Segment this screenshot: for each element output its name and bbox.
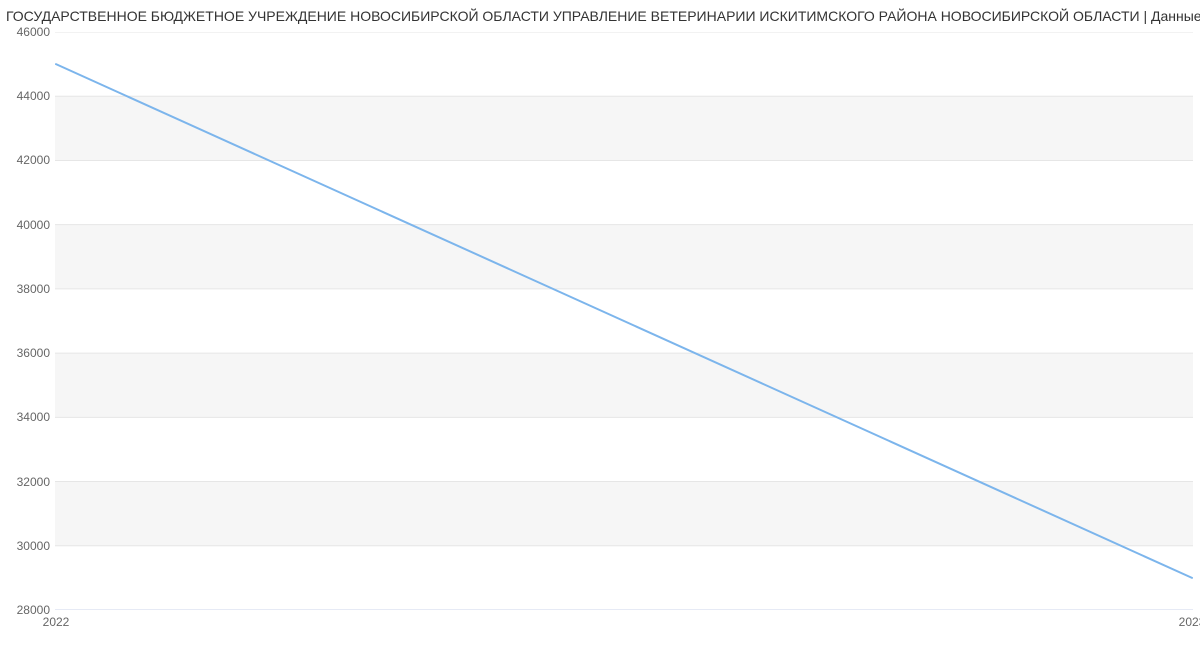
y-tick-label: 46000 <box>6 25 50 39</box>
x-tick-label: 2022 <box>43 615 70 629</box>
y-tick-label: 38000 <box>6 282 50 296</box>
y-tick-label: 36000 <box>6 346 50 360</box>
y-tick-label: 42000 <box>6 153 50 167</box>
y-tick-label: 44000 <box>6 89 50 103</box>
chart-svg <box>55 32 1193 610</box>
chart-title: ГОСУДАРСТВЕННОЕ БЮДЖЕТНОЕ УЧРЕЖДЕНИЕ НОВ… <box>0 8 1200 24</box>
grid-band <box>55 96 1193 160</box>
chart-plot-area <box>55 32 1193 610</box>
y-tick-label: 34000 <box>6 410 50 424</box>
x-tick-label: 2023 <box>1179 615 1200 629</box>
grid-band <box>55 353 1193 417</box>
y-tick-label: 30000 <box>6 539 50 553</box>
y-tick-label: 40000 <box>6 218 50 232</box>
y-tick-label: 32000 <box>6 475 50 489</box>
grid-band <box>55 225 1193 289</box>
grid-band <box>55 482 1193 546</box>
